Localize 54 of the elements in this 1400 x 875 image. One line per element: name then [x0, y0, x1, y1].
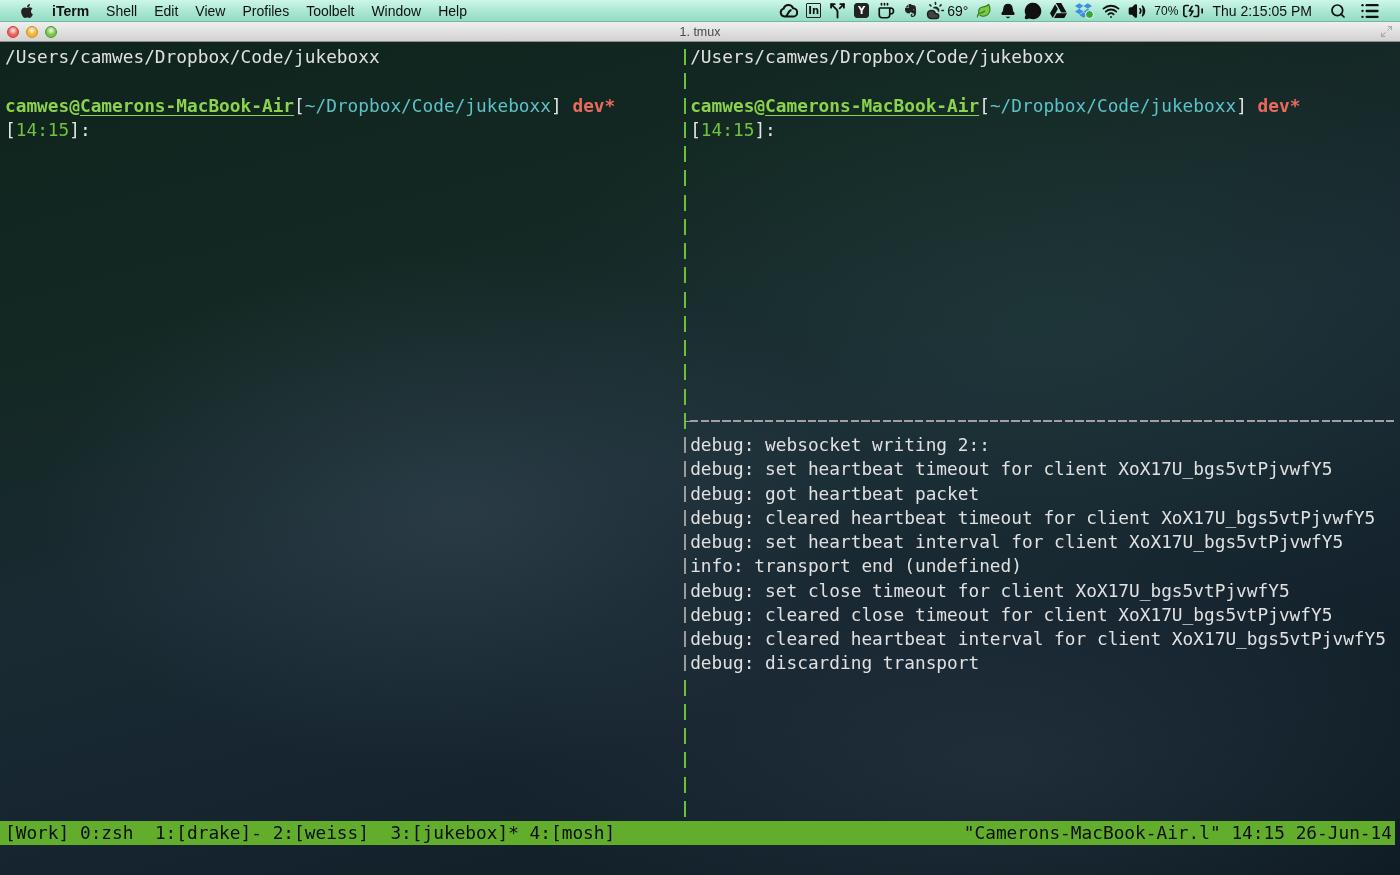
log-line: debug: set heartbeat interval for client XoX17U_bgs5vtPjvwfY5: [690, 531, 1344, 552]
session-name: [Work]: [5, 821, 70, 845]
menu-item[interactable]: Shell: [106, 0, 138, 21]
prompt-line: camwes@Camerons-MacBook-Air[~/Dropbox/Code/jukeboxx] dev*: [690, 94, 1301, 116]
hostname-label: "Camerons-MacBook-Air.l": [963, 821, 1221, 845]
path-line: /Users/camwes/Dropbox/Code/jukeboxx: [5, 46, 380, 67]
speech-bubble-icon[interactable]: [1024, 1, 1043, 20]
clock-label[interactable]: Thu 2:15:05 PM: [1212, 0, 1312, 21]
window-tab[interactable]: 1:[drake]-: [154, 821, 262, 846]
coffee-cup-icon[interactable]: [877, 1, 896, 20]
menu-item[interactable]: Help: [438, 0, 467, 21]
date-label: 26-Jun-14: [1295, 821, 1392, 845]
close-button[interactable]: [7, 25, 19, 38]
elephant-icon[interactable]: [903, 3, 919, 18]
log-line: debug: cleared heartbeat timeout for client XoX17U_bgs5vtPjvwfY5: [690, 506, 1376, 528]
temperature-label: 69°: [947, 1, 969, 21]
speaker-icon[interactable]: [1128, 1, 1147, 20]
window-tab[interactable]: 4:[mosh]: [529, 821, 626, 846]
window-title: 1. tmux: [678, 24, 722, 39]
menu-item[interactable]: View: [195, 0, 226, 21]
window-tab[interactable]: 0:zsh: [79, 821, 145, 846]
apple-icon[interactable]: [19, 2, 35, 19]
app-menu[interactable]: iTerm: [52, 0, 90, 21]
prompt-line: [14:15]:: [5, 118, 91, 140]
menu-item[interactable]: Window: [371, 0, 422, 21]
zoom-button[interactable]: [45, 25, 57, 38]
path-line: /Users/camwes/Dropbox/Code/jukeboxx: [690, 46, 1065, 67]
search-icon[interactable]: [1330, 2, 1346, 19]
log-line: debug: set heartbeat timeout for client XoX17U_bgs5vtPjvwfY5: [690, 458, 1333, 480]
log-line: debug: discarding transport: [690, 652, 980, 674]
triangle-logo-icon[interactable]: [1050, 2, 1068, 19]
bell-icon[interactable]: [1000, 2, 1017, 19]
time-label: 14:15: [1231, 821, 1285, 845]
leaf-icon[interactable]: [976, 2, 993, 19]
prompt-line: camwes@Camerons-MacBook-Air[~/Dropbox/Code/jukeboxx] dev*: [5, 94, 616, 116]
log-line: info: transport end (undefined): [690, 555, 1022, 577]
split-arrow-icon[interactable]: [829, 2, 847, 19]
outlined-letter-tile[interactable]: In: [806, 3, 822, 18]
menu-item[interactable]: Toolbelt: [306, 0, 355, 21]
window-tab[interactable]: 3:[jukebox]*: [390, 821, 519, 846]
log-line: debug: cleared close timeout for client XoX17U_bgs5vtPjvwfY5: [690, 603, 1333, 625]
filled-letter-tile[interactable]: Y: [854, 3, 870, 18]
log-line: debug: set close timeout for client XoX17U_bgs5vtPjvwfY5: [690, 579, 1290, 601]
window-tab[interactable]: 2:[weiss]: [272, 821, 380, 846]
cloud-sun-icon[interactable]: [926, 1, 946, 20]
log-line: debug: websocket writing 2::: [690, 434, 990, 455]
cloud-loops-icon[interactable]: [779, 3, 799, 18]
prompt-line: [14:15]:: [690, 118, 776, 140]
menu-item[interactable]: Profiles: [242, 0, 290, 21]
battery-percent-label: 70%: [1154, 2, 1179, 20]
log-line: debug: got heartbeat packet: [690, 482, 980, 504]
box-check-icon[interactable]: [1075, 2, 1095, 19]
menu-item[interactable]: Edit: [154, 0, 179, 21]
log-line: debug: cleared heartbeat interval for client XoX17U_bgs5vtPjvwfY5: [690, 628, 1386, 649]
